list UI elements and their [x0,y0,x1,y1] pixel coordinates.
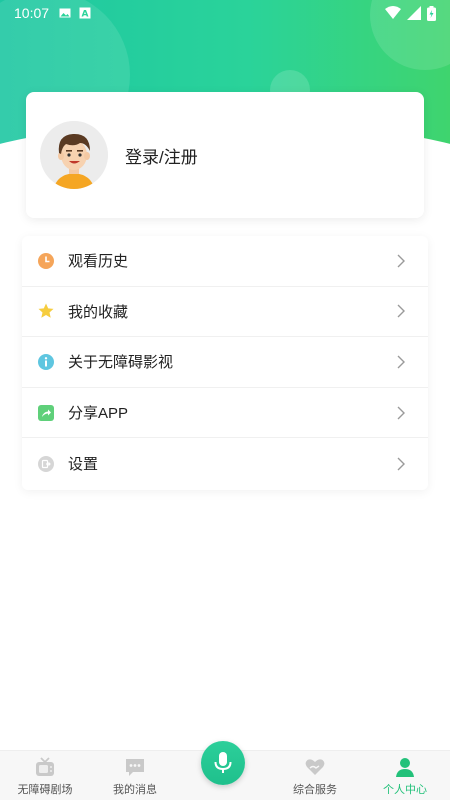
person-icon [396,758,414,777]
menu-item-label: 我的收藏 [68,303,129,321]
chevron-right-icon [397,457,405,471]
nav-label: 个人中心 [383,784,427,796]
menu-item-history[interactable]: 观看历史 [22,236,428,287]
microphone-icon [214,752,232,773]
avatar-icon [40,121,108,189]
chevron-right-icon [397,406,405,420]
message-icon [126,759,144,776]
nav-label: 综合服务 [293,784,337,796]
nav-label: 我的消息 [113,784,157,796]
menu-list: 观看历史 我的收藏 关于无障碍影视 分享APP 设置 [22,236,428,490]
gallery-icon [59,8,71,18]
star-icon [38,303,54,319]
menu-item-label: 观看历史 [68,253,129,271]
tv-icon [36,757,54,776]
settings-icon [38,455,54,472]
heart-hand-icon [305,759,325,775]
signal-icon [407,6,421,20]
menu-item-label: 设置 [68,456,99,474]
menu-item-settings[interactable]: 设置 [22,438,428,489]
login-register-label[interactable]: 登录/注册 [125,143,198,168]
svg-text:A: A [82,10,89,20]
profile-card[interactable]: 登录/注册 [26,92,424,218]
status-bar: 10:07 A [0,0,450,26]
battery-icon [427,5,436,21]
nav-item-profile[interactable]: 个人中心 [360,751,450,800]
nav-item-services[interactable]: 综合服务 [270,751,360,800]
menu-item-favorites[interactable]: 我的收藏 [22,287,428,338]
nav-label: 无障碍剧场 [17,784,73,796]
menu-item-about[interactable]: 关于无障碍影视 [22,337,428,388]
nav-item-messages[interactable]: 我的消息 [90,751,180,800]
menu-item-label: 关于无障碍影视 [68,354,174,372]
menu-item-label: 分享APP [68,405,129,423]
menu-item-share[interactable]: 分享APP [22,388,428,439]
avatar[interactable] [40,121,108,189]
nav-item-theater[interactable]: 无障碍剧场 [0,751,90,800]
chevron-right-icon [397,254,405,268]
chevron-right-icon [397,304,405,318]
status-time: 10:07 [14,5,50,21]
chevron-right-icon [397,355,405,369]
share-icon [38,404,54,421]
font-icon: A [79,7,91,19]
info-icon [38,353,54,370]
wifi-icon [385,6,401,19]
clock-icon [38,252,54,269]
voice-button[interactable] [201,741,245,785]
